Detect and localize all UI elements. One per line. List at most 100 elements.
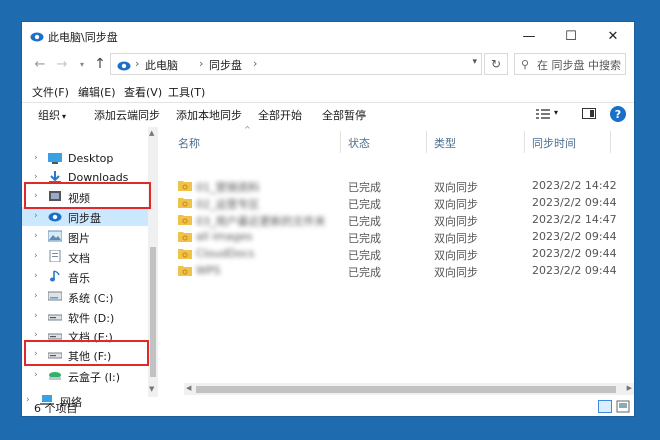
column-divider[interactable] — [426, 131, 427, 153]
explorer-window: 此电脑\同步盘 — ☐ ✕ ← → ▾ ↑ › 此电脑 › 同步盘 › ▾ ↻ … — [22, 22, 634, 416]
expand-chevron-icon[interactable]: › — [34, 231, 38, 241]
file-type: 双向同步 — [434, 198, 478, 211]
item-count: 6 个项目 — [34, 402, 78, 415]
column-header-sync-time[interactable]: 同步时间 — [532, 135, 576, 151]
menu-tools[interactable]: 工具(T) — [168, 84, 205, 100]
menu-edit[interactable]: 编辑(E) — [78, 84, 116, 100]
large-icons-view-icon[interactable] — [616, 400, 630, 413]
expand-chevron-icon[interactable]: › — [34, 211, 38, 221]
scroll-up-icon[interactable]: ▲ — [149, 129, 154, 137]
sidebar-item-music[interactable]: › 音乐 — [22, 267, 148, 286]
sidebar-item-documents[interactable]: › 文档 — [22, 247, 148, 266]
column-divider[interactable] — [524, 131, 525, 153]
file-name: 01_营销资料 — [196, 181, 260, 194]
sidebar-item-label: 云盒子 (I:) — [68, 371, 121, 384]
breadcrumb-this-pc[interactable]: 此电脑 — [145, 57, 178, 73]
title-bar[interactable]: 此电脑\同步盘 — ☐ ✕ — [22, 22, 634, 50]
expand-chevron-icon[interactable]: › — [34, 271, 38, 281]
up-button[interactable]: ↑ — [90, 54, 110, 74]
sync-cloud-icon — [48, 212, 62, 222]
back-button[interactable]: ← — [30, 54, 50, 74]
folder-sync-icon — [178, 215, 192, 225]
recent-locations-button[interactable]: ▾ — [72, 54, 92, 74]
add-local-sync-button[interactable]: 添加本地同步 — [176, 107, 242, 123]
start-all-button[interactable]: 全部开始 — [258, 107, 302, 123]
menu-file[interactable]: 文件(F) — [32, 84, 69, 100]
expand-chevron-icon[interactable]: › — [34, 291, 38, 301]
file-name: WPS — [196, 264, 221, 277]
horizontal-scrollbar-thumb[interactable] — [196, 386, 616, 393]
file-name: 03_用户最近更新的文件夹 — [196, 215, 326, 228]
sidebar-item-label: 文档 — [68, 252, 90, 265]
sidebar-item-pictures[interactable]: › 图片 — [22, 227, 148, 246]
column-divider[interactable] — [340, 131, 341, 153]
breadcrumb-separator[interactable]: › — [253, 57, 257, 70]
sidebar-item-desktop[interactable]: › Desktop — [22, 149, 148, 168]
maximize-button[interactable]: ☐ — [550, 22, 592, 50]
address-dropdown-icon[interactable]: ▾ — [472, 57, 477, 67]
pause-all-button[interactable]: 全部暂停 — [322, 107, 366, 123]
column-header-name[interactable]: 名称 — [178, 135, 200, 151]
refresh-button[interactable]: ↻ — [484, 53, 508, 75]
breadcrumb-separator[interactable]: › — [199, 57, 203, 70]
file-sync-time: 2023/2/2 14:47 — [532, 213, 617, 226]
forward-button[interactable]: → — [52, 54, 72, 74]
help-icon[interactable]: ? — [610, 106, 626, 122]
folder-sync-icon — [178, 181, 192, 191]
expand-chevron-icon[interactable]: › — [34, 172, 38, 182]
organize-button[interactable]: 组织 ▾ — [38, 107, 66, 123]
column-header-type[interactable]: 类型 — [434, 135, 456, 151]
file-type: 双向同步 — [434, 215, 478, 228]
pictures-icon — [48, 230, 62, 242]
close-button[interactable]: ✕ — [592, 22, 634, 50]
sidebar-item-sync-drive[interactable]: › 同步盘 — [22, 207, 148, 226]
sidebar-item-label: 音乐 — [68, 272, 90, 285]
expand-chevron-icon[interactable]: › — [34, 153, 38, 163]
menu-view[interactable]: 查看(V) — [124, 84, 162, 100]
column-header-status[interactable]: 状态 — [348, 135, 370, 151]
toolbar: 组织 ▾ 添加云端同步 添加本地同步 全部开始 全部暂停 ▾ ? — [22, 103, 634, 125]
table-row[interactable]: WPS 已完成 双向同步 2023/2/2 09:44 — [164, 262, 634, 279]
table-row[interactable]: all images 已完成 双向同步 2023/2/2 09:44 — [164, 228, 634, 245]
table-row[interactable]: 02_运营专区 已完成 双向同步 2023/2/2 09:44 — [164, 194, 634, 211]
table-row[interactable]: 03_用户最近更新的文件夹 已完成 双向同步 2023/2/2 14:47 — [164, 211, 634, 228]
address-bar[interactable]: › 此电脑 › 同步盘 › ▾ — [110, 53, 482, 75]
breadcrumb-sync-drive[interactable]: 同步盘 — [209, 57, 242, 73]
breadcrumb-separator[interactable]: › — [135, 57, 139, 70]
file-name: 02_运营专区 — [196, 198, 260, 211]
highlight-box-sync-drive — [24, 182, 151, 209]
scroll-left-icon[interactable]: ◀ — [186, 384, 191, 392]
expand-chevron-icon[interactable]: › — [34, 370, 38, 380]
horizontal-scrollbar[interactable]: ◀ ▶ — [184, 383, 634, 395]
table-row[interactable]: 01_营销资料 已完成 双向同步 2023/2/2 14:42 — [164, 177, 634, 194]
preview-pane-icon[interactable] — [582, 108, 596, 119]
search-icon: ⚲ — [521, 58, 530, 71]
sidebar-item-label: 同步盘 — [68, 212, 101, 225]
file-status: 已完成 — [348, 215, 381, 228]
expand-chevron-icon[interactable]: › — [34, 311, 38, 321]
file-type: 双向同步 — [434, 266, 478, 279]
file-sync-time: 2023/2/2 14:42 — [532, 179, 617, 192]
view-options-icon[interactable] — [536, 109, 550, 119]
column-divider[interactable] — [610, 131, 611, 153]
scroll-down-icon[interactable]: ▼ — [149, 385, 154, 393]
file-sync-time: 2023/2/2 09:44 — [532, 230, 617, 243]
desktop-icon — [48, 153, 62, 164]
add-cloud-sync-button[interactable]: 添加云端同步 — [94, 107, 160, 123]
sidebar-item-drive-c[interactable]: › 系统 (C:) — [22, 287, 148, 306]
sidebar-item-drive-d[interactable]: › 软件 (D:) — [22, 307, 148, 326]
file-type: 双向同步 — [434, 232, 478, 245]
expand-chevron-icon[interactable]: › — [34, 251, 38, 261]
details-view-icon[interactable] — [598, 400, 612, 413]
view-caret-icon[interactable]: ▾ — [554, 108, 558, 117]
table-row[interactable]: CloudDocs 已完成 双向同步 2023/2/2 09:44 — [164, 245, 634, 262]
expand-chevron-icon[interactable]: › — [34, 330, 38, 340]
music-icon — [50, 270, 60, 282]
minimize-button[interactable]: — — [508, 22, 550, 50]
sync-cloud-icon — [117, 61, 131, 71]
nav-scrollbar-thumb[interactable] — [150, 247, 156, 377]
search-input[interactable]: ⚲ 在 同步盘 中搜索 — [514, 53, 626, 75]
sidebar-item-cloud-box[interactable]: › 云盒子 (I:) — [22, 366, 148, 385]
search-placeholder: 在 同步盘 中搜索 — [537, 59, 621, 72]
scroll-right-icon[interactable]: ▶ — [627, 384, 632, 392]
